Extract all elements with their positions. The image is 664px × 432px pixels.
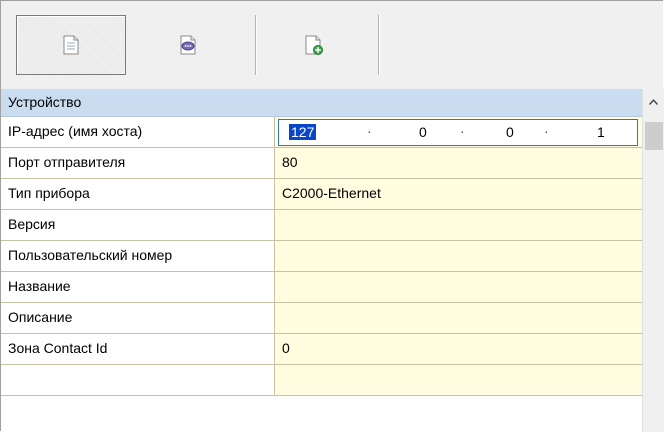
- property-label-text: IP-адрес (имя хоста): [8, 123, 143, 139]
- ip-octet-4[interactable]: 1: [597, 124, 605, 140]
- property-label: Пользовательский номер: [1, 241, 275, 271]
- property-label: Зона Contact Id: [1, 334, 275, 364]
- property-row-sender-port[interactable]: Порт отправителя 80: [1, 148, 642, 179]
- ip-octet-2[interactable]: 0: [419, 124, 427, 140]
- property-row-contact-id-zone[interactable]: Зона Contact Id 0: [1, 334, 642, 365]
- property-grid: Устройство IP-адрес (имя хоста) 127 · 0 …: [1, 89, 642, 432]
- property-value[interactable]: 0: [275, 334, 642, 364]
- vertical-scrollbar[interactable]: [642, 89, 664, 432]
- toolbar: [1, 1, 663, 90]
- property-label: Тип прибора: [1, 179, 275, 209]
- add-document-button[interactable]: [259, 15, 369, 75]
- property-value: [275, 365, 642, 395]
- ip-address-input[interactable]: 127 · 0 · 0 · 1: [278, 119, 638, 146]
- property-label-text: Название: [8, 278, 71, 294]
- property-value-text: 0: [282, 340, 290, 356]
- property-label: Версия: [1, 210, 275, 240]
- toolbar-separator: [255, 15, 257, 75]
- scroll-up-button[interactable]: [643, 89, 664, 116]
- scroll-thumb[interactable]: [645, 122, 663, 150]
- property-value[interactable]: C2000-Ethernet: [275, 179, 642, 209]
- property-row-empty: [1, 365, 642, 396]
- property-row-user-number[interactable]: Пользовательский номер: [1, 241, 642, 272]
- property-value[interactable]: [275, 241, 642, 271]
- properties-view-button[interactable]: [16, 15, 126, 75]
- toolbar-separator: [378, 15, 380, 75]
- property-label: [1, 365, 275, 395]
- property-value-text: C2000-Ethernet: [282, 185, 381, 201]
- property-row-version[interactable]: Версия: [1, 210, 642, 241]
- property-label: Описание: [1, 303, 275, 333]
- property-label-text: Описание: [8, 309, 73, 325]
- property-row-ip-address[interactable]: IP-адрес (имя хоста) 127 · 0 · 0 · 1: [1, 117, 642, 148]
- property-label-text: Тип прибора: [8, 185, 90, 201]
- ip-octet-1[interactable]: 127: [289, 124, 317, 140]
- property-value[interactable]: [275, 210, 642, 240]
- ip-octet-3[interactable]: 0: [506, 124, 514, 140]
- property-value-text: 80: [282, 154, 298, 170]
- property-label-text: Версия: [8, 216, 56, 232]
- ip-separator: ·: [367, 123, 372, 139]
- property-row-name[interactable]: Название: [1, 272, 642, 303]
- category-header[interactable]: Устройство: [1, 89, 642, 117]
- comments-view-button[interactable]: [133, 15, 243, 75]
- property-label-text: Порт отправителя: [8, 154, 126, 170]
- category-label: Устройство: [8, 94, 82, 110]
- property-row-device-type[interactable]: Тип прибора C2000-Ethernet: [1, 179, 642, 210]
- property-label-text: Пользовательский номер: [8, 247, 173, 263]
- property-row-description[interactable]: Описание: [1, 303, 642, 334]
- property-value[interactable]: [275, 303, 642, 333]
- property-value[interactable]: 80: [275, 148, 642, 178]
- property-label-text: Зона Contact Id: [8, 340, 108, 356]
- ip-separator: ·: [544, 123, 549, 139]
- property-value[interactable]: [275, 272, 642, 302]
- property-label: Порт отправителя: [1, 148, 275, 178]
- property-label: IP-адрес (имя хоста): [1, 117, 275, 147]
- ip-separator: ·: [460, 123, 465, 139]
- property-label: Название: [1, 272, 275, 302]
